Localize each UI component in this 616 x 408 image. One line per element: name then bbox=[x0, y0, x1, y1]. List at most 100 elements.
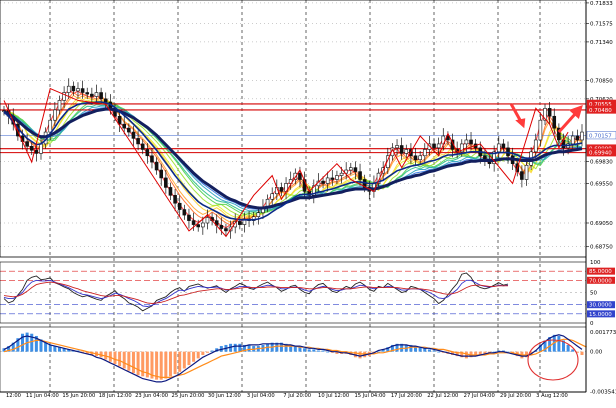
macd-histogram-bar bbox=[580, 351, 584, 356]
macd-histogram-bar bbox=[303, 348, 307, 352]
candle-body bbox=[71, 85, 76, 92]
candle-body bbox=[413, 155, 418, 161]
price-label-1: 0.70480 bbox=[589, 108, 612, 114]
candle-body bbox=[219, 225, 224, 229]
x-tick-label: 3 Jul 04:00 bbox=[247, 393, 275, 399]
macd-histogram-bar bbox=[247, 344, 251, 352]
candle-body bbox=[330, 177, 335, 180]
macd-histogram-bar bbox=[566, 344, 570, 352]
candle-body bbox=[94, 92, 99, 97]
candle-body bbox=[321, 180, 325, 184]
macd-histogram-bar bbox=[298, 347, 302, 352]
x-tick-label: 27 Jul 04:00 bbox=[464, 393, 495, 399]
candle-body bbox=[547, 108, 552, 117]
candle-body bbox=[39, 143, 43, 154]
candle-body bbox=[196, 224, 201, 228]
candle-body bbox=[25, 141, 29, 147]
candle-body bbox=[496, 143, 501, 153]
candle-body bbox=[201, 222, 205, 228]
candle-body bbox=[520, 171, 524, 180]
macd-histogram-bar bbox=[192, 351, 196, 362]
candle-body bbox=[66, 85, 71, 93]
macd-histogram-bar bbox=[571, 349, 575, 352]
x-tick-label: 11 Jun 04:00 bbox=[26, 393, 59, 399]
candle-body bbox=[34, 149, 39, 154]
candle-body bbox=[436, 143, 441, 149]
price-tick-label: 0.71340 bbox=[590, 40, 613, 46]
price-label-2: 0.70157 bbox=[589, 133, 612, 139]
x-tick-label: 22 Jul 12:00 bbox=[427, 393, 458, 399]
macd-histogram-bar bbox=[173, 351, 177, 375]
candle-body bbox=[418, 155, 422, 161]
candle-body bbox=[85, 92, 90, 95]
rsi-tick-label: 70.0000 bbox=[589, 278, 612, 284]
candle-body bbox=[173, 195, 177, 204]
candle-body bbox=[177, 202, 182, 210]
macd-histogram-bar bbox=[312, 349, 316, 352]
x-tick-label: 15 Jul 04:00 bbox=[354, 393, 385, 399]
candle-body bbox=[533, 139, 538, 153]
candle-body bbox=[182, 209, 187, 216]
candle-body bbox=[404, 149, 409, 154]
price-tick-label: 0.71833 bbox=[590, 1, 613, 7]
candle-body bbox=[358, 171, 362, 180]
candle-body bbox=[501, 143, 506, 149]
candle-body bbox=[580, 131, 584, 141]
macd-histogram-bar bbox=[321, 350, 325, 352]
candle-body bbox=[159, 169, 164, 179]
macd-histogram-bar bbox=[432, 350, 436, 352]
x-tick-label: 15 Jun 20:00 bbox=[62, 393, 95, 399]
candle-body bbox=[422, 149, 427, 157]
macd-histogram-bar bbox=[210, 350, 214, 352]
candle-body bbox=[524, 164, 529, 180]
macd-histogram-bar bbox=[238, 343, 242, 352]
x-tick-label: 12:00 bbox=[6, 393, 21, 399]
candle-body bbox=[469, 139, 473, 145]
rsi-tick-label: 0 bbox=[590, 321, 594, 327]
candle-body bbox=[76, 88, 80, 92]
price-tick-label: 0.68750 bbox=[590, 245, 613, 251]
macd-tick-label: 0.00 bbox=[590, 350, 603, 356]
x-tick-label: 18 Jun 12:00 bbox=[99, 393, 132, 399]
macd-tick-label: -0.003541 bbox=[590, 389, 616, 395]
candle-body bbox=[256, 212, 261, 217]
candle-body bbox=[154, 161, 159, 171]
macd-histogram-bar bbox=[182, 351, 186, 369]
price-tick-label: 0.69050 bbox=[590, 221, 613, 227]
candle-body bbox=[335, 175, 339, 180]
price-tick-label: 0.69550 bbox=[590, 181, 613, 187]
candle-body bbox=[150, 155, 154, 163]
candle-body bbox=[140, 143, 145, 150]
candle-body bbox=[353, 167, 358, 172]
x-tick-label: 29 Jul 20:00 bbox=[500, 393, 531, 399]
macd-histogram-bar bbox=[307, 349, 311, 352]
rsi-tick-label: 30.0000 bbox=[589, 303, 612, 309]
candle-body bbox=[538, 119, 543, 141]
chart-root: 0.718330.715750.713400.708500.706200.698… bbox=[0, 0, 616, 404]
candle-body bbox=[325, 177, 330, 184]
macd-tick-label: 0.001773 bbox=[590, 330, 616, 336]
macd-histogram-bar bbox=[127, 351, 131, 371]
x-tick-label: 17 Jul 20:00 bbox=[391, 393, 422, 399]
rsi-tick-label: 15.0000 bbox=[589, 312, 612, 318]
candle-body bbox=[145, 149, 150, 157]
candle-body bbox=[552, 115, 557, 129]
candle-body bbox=[29, 145, 34, 151]
candle-body bbox=[90, 93, 94, 97]
macd-histogram-bar bbox=[118, 351, 122, 367]
candle-body bbox=[122, 123, 127, 129]
candle-body bbox=[117, 115, 122, 125]
price-tick-label: 0.69830 bbox=[590, 159, 613, 165]
price-tick-label: 0.70850 bbox=[590, 79, 613, 85]
candle-body bbox=[187, 214, 191, 221]
macd-histogram-bar bbox=[168, 351, 172, 377]
macd-histogram-bar bbox=[205, 351, 209, 353]
macd-histogram-bar bbox=[187, 351, 191, 366]
candle-body bbox=[191, 220, 196, 225]
candle-body bbox=[80, 88, 85, 93]
candle-body bbox=[348, 167, 353, 171]
chart-background bbox=[0, 0, 616, 404]
candle-body bbox=[164, 177, 168, 188]
rsi-tick-label: 50 bbox=[590, 291, 597, 297]
candle-body bbox=[395, 145, 399, 149]
